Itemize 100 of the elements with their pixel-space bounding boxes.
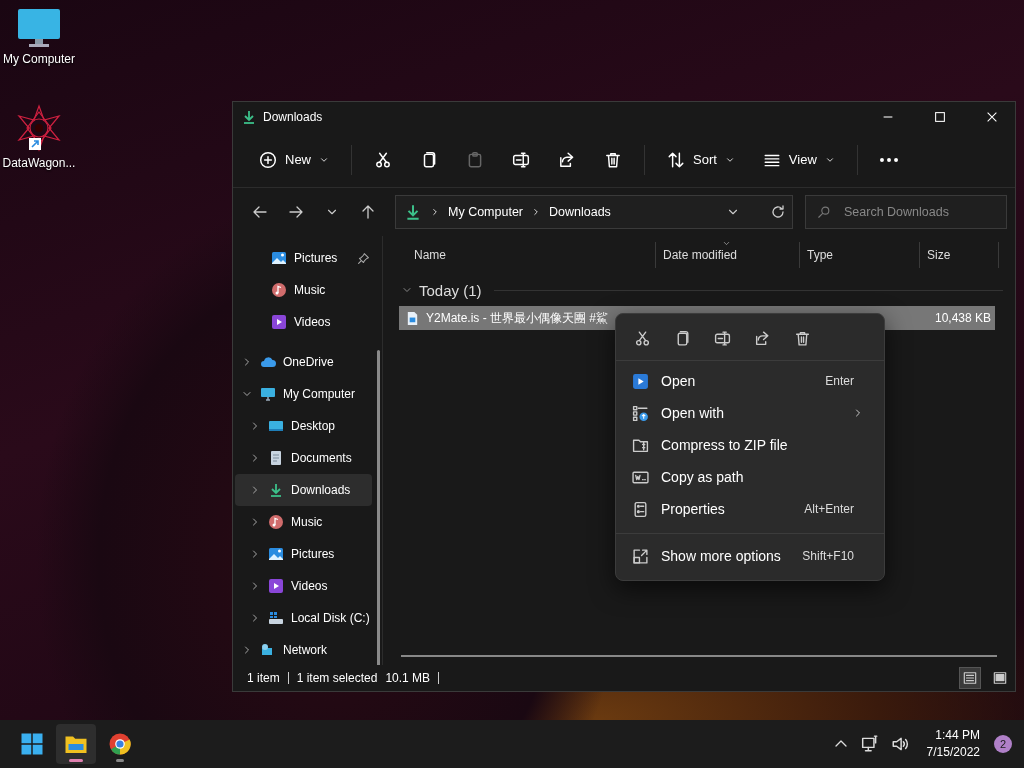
- shortcut-label: Enter: [825, 374, 854, 388]
- monitor-icon: [260, 386, 276, 402]
- maximize-icon: [933, 110, 947, 124]
- column-header[interactable]: Size: [919, 242, 999, 268]
- speaker-icon: [890, 735, 909, 753]
- sidebar-item[interactable]: Pictures: [235, 538, 372, 570]
- explorer-taskbar-button[interactable]: [56, 724, 96, 764]
- column-header[interactable]: Name: [399, 242, 655, 268]
- sidebar-item[interactable]: Local Disk (C:): [235, 602, 372, 634]
- plus-circle-icon: [259, 150, 277, 169]
- drive-icon: [268, 610, 284, 626]
- up-arrow-icon: [360, 204, 376, 220]
- notification-badge[interactable]: 2: [994, 735, 1012, 753]
- pin-icon: [357, 251, 370, 265]
- sidebar-item[interactable]: Music: [235, 274, 372, 306]
- more-icon: [879, 157, 898, 162]
- group-header[interactable]: Today (1): [399, 278, 1003, 302]
- close-icon: [985, 110, 999, 124]
- cloud-icon: [260, 354, 276, 370]
- item-count: 1 item: [247, 671, 280, 685]
- download-icon: [241, 109, 257, 125]
- sort-button[interactable]: Sort: [655, 141, 747, 178]
- delete-icon: [793, 329, 811, 347]
- play-window-icon: [632, 372, 649, 390]
- download-icon: [404, 203, 422, 221]
- cut-icon: [374, 150, 392, 169]
- sidebar-item[interactable]: Pictures: [235, 242, 372, 274]
- path-box-icon: [632, 468, 649, 486]
- video-icon: [268, 578, 284, 594]
- desktop-icon-label[interactable]: DataWagon...: [2, 156, 76, 170]
- tile-view-icon: [993, 671, 1007, 685]
- expand-box-icon: [632, 547, 649, 565]
- monitor-icon[interactable]: [17, 8, 61, 48]
- video-file-icon: [405, 310, 420, 326]
- desktop-icon-label[interactable]: My Computer: [3, 52, 75, 66]
- clock-time[interactable]: 1:44 PM: [935, 727, 980, 744]
- rename-icon: [512, 150, 530, 169]
- selection-size: 10.1 MB: [385, 671, 431, 685]
- sidebar-item[interactable]: Documents: [235, 442, 372, 474]
- sidebar-item[interactable]: Music: [235, 506, 372, 538]
- zip-folder-icon: [632, 436, 649, 454]
- new-button[interactable]: New: [247, 141, 341, 178]
- refresh-icon: [770, 204, 786, 220]
- music-note-icon: [268, 514, 284, 530]
- details-view-icon: [963, 671, 977, 685]
- share-icon: [558, 150, 576, 169]
- menu-item[interactable]: Copy as path: [620, 461, 880, 493]
- selection-count: 1 item selected: [296, 671, 378, 685]
- menu-item[interactable]: Compress to ZIP file: [620, 429, 880, 461]
- details-view-button[interactable]: [959, 667, 981, 689]
- windows-logo-icon: [20, 732, 44, 756]
- properties-icon: [632, 500, 649, 518]
- delete-icon: [604, 150, 622, 169]
- sidebar-item[interactable]: Network: [235, 634, 372, 665]
- picture-icon: [271, 250, 287, 266]
- download-icon: [268, 482, 284, 498]
- column-header[interactable]: Date modified: [655, 242, 799, 268]
- network-monitor-icon: [860, 735, 879, 753]
- menu-item[interactable]: Open with: [620, 397, 880, 429]
- menu-item[interactable]: Open Enter: [620, 365, 880, 397]
- clock-date[interactable]: 7/15/2022: [926, 744, 980, 761]
- cut-icon: [633, 329, 651, 347]
- video-icon: [271, 314, 287, 330]
- breadcrumb-item[interactable]: My Computer: [448, 205, 524, 219]
- menu-item[interactable]: Show more options Shift+F10: [620, 540, 880, 572]
- column-header[interactable]: Type: [799, 242, 919, 268]
- sort-icon: [667, 150, 685, 169]
- window-title: Downloads: [263, 110, 324, 124]
- sidebar-item[interactable]: Videos: [235, 306, 372, 338]
- shortcut-label: Shift+F10: [802, 549, 854, 563]
- app-list-icon: [632, 404, 649, 422]
- rename-icon: [713, 329, 731, 347]
- sidebar-item[interactable]: Videos: [235, 570, 372, 602]
- menu-item[interactable]: Properties Alt+Enter: [620, 493, 880, 525]
- chevron-down-icon: [722, 239, 731, 248]
- view-button[interactable]: View: [750, 141, 847, 178]
- search-icon: [817, 205, 831, 219]
- scrollbar-thumb[interactable]: [401, 655, 997, 657]
- shortcut-label: Alt+Enter: [804, 502, 854, 516]
- paste-icon: [466, 150, 484, 169]
- sidebar-item[interactable]: Desktop: [235, 410, 372, 442]
- picture-icon: [268, 546, 284, 562]
- sidebar-item[interactable]: OneDrive: [235, 346, 372, 378]
- sidebar-item[interactable]: My Computer: [235, 378, 372, 410]
- browser-logo-icon: [108, 732, 132, 756]
- address-bar[interactable]: My Computer Downloads: [395, 195, 793, 229]
- search-field[interactable]: Search Downloads: [805, 195, 1007, 229]
- scrollbar-thumb[interactable]: [377, 350, 380, 665]
- breadcrumb-item[interactable]: Downloads: [549, 205, 611, 219]
- share-icon: [753, 329, 771, 347]
- file-size: 10,438 KB: [934, 311, 991, 325]
- chevron-right-icon: [430, 207, 440, 217]
- back-arrow-icon: [252, 204, 268, 220]
- monitor-icon: [268, 418, 284, 434]
- file-name: Y2Mate.is - 世界最小偶像天團 #鯊: [426, 309, 609, 327]
- sidebar-item[interactable]: Downloads: [235, 474, 372, 506]
- music-note-icon: [271, 282, 287, 298]
- document-icon: [268, 450, 284, 466]
- forward-arrow-icon: [288, 204, 304, 220]
- star-pattern-icon[interactable]: [15, 104, 63, 152]
